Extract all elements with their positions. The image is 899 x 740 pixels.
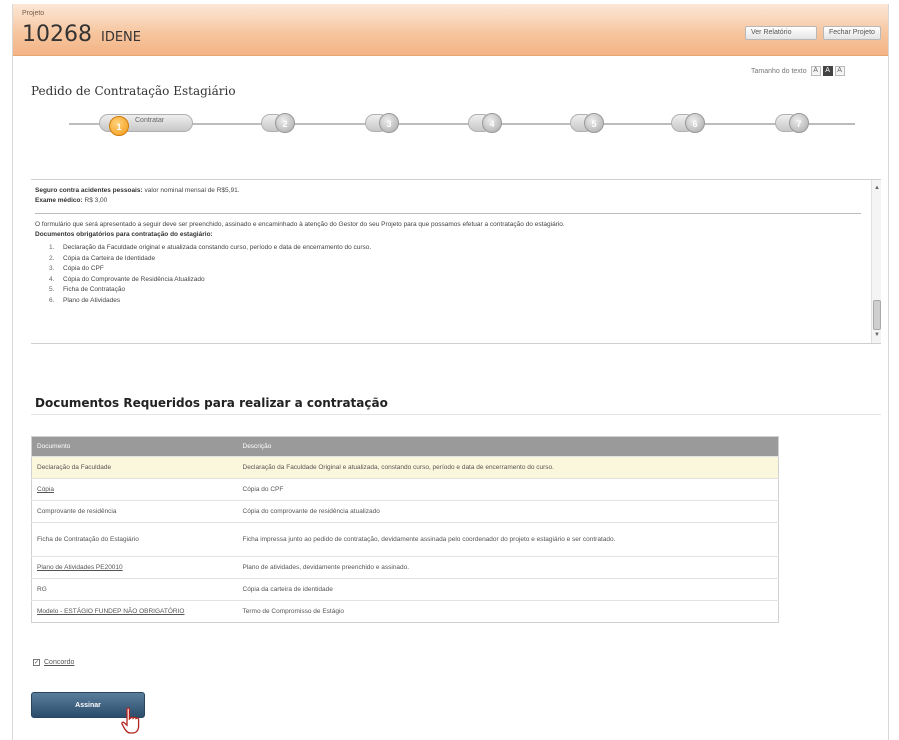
required-docs-title: Documentos Requeridos para realizar a co… — [35, 396, 388, 410]
divider — [31, 414, 881, 415]
list-item: 5. Ficha de Contratação — [49, 286, 126, 293]
exam-line: Exame médico: R$ 3,00 — [35, 196, 861, 206]
project-name: IDENE — [101, 30, 141, 45]
divider — [35, 213, 861, 214]
desc-cell: Plano de atividades, devidamente preench… — [237, 556, 779, 579]
scroll-thumb[interactable] — [873, 300, 881, 330]
text-size-small[interactable]: A — [810, 66, 821, 76]
step-5-number: 5 — [584, 113, 604, 133]
instructions-text: O formulário que será apresentado a segu… — [35, 221, 565, 228]
project-header: Projeto 10268 IDENE Ver Relatório Fechar… — [13, 4, 888, 56]
desc-cell: Cópia da carteira de identidade — [237, 578, 779, 601]
agree-label[interactable]: Concordo — [44, 659, 74, 666]
list-item: 6. Plano de Atividades — [49, 296, 121, 304]
info-scroll-panel[interactable]: Seguro contra acidentes pessoais: valor … — [31, 179, 881, 344]
insurance-label: Seguro contra acidentes pessoais: — [35, 187, 143, 194]
agree-checkbox-row[interactable]: ✓ Concordo — [33, 659, 74, 666]
text-size-control: Tamanho do texto AAA — [751, 66, 845, 76]
text-size-large[interactable]: A — [834, 66, 845, 76]
column-header-description: Descrição — [237, 436, 779, 457]
step-2-number: 2 — [275, 113, 295, 133]
table-row: Ficha de Contratação do Estagiário Ficha… — [31, 522, 779, 557]
docs-list: 1. Declaração da Faculdade original e atu… — [49, 243, 861, 306]
view-report-button[interactable]: Ver Relatório — [745, 26, 817, 40]
docs-title: Documentos obrigatórios para contratação… — [35, 231, 213, 238]
insurance-text: valor nominal mensal de R$5,91. — [144, 187, 240, 194]
table-row: Modelo - ESTÁGIO FUNDEP NÃO OBRIGATÓRIO … — [31, 600, 779, 623]
insurance-line: Seguro contra acidentes pessoais: valor … — [35, 186, 861, 196]
doc-cell: Comprovante de residência — [31, 500, 238, 523]
step-1-number: 1 — [109, 116, 129, 136]
desc-cell: Cópia do CPF — [237, 478, 779, 501]
project-label: Projeto — [22, 10, 45, 17]
doc-cell: Declaração da Faculdade — [31, 456, 238, 479]
desc-cell: Termo de Compromisso de Estágio — [237, 600, 779, 623]
desc-cell: Ficha impressa junto ao pedido de contra… — [237, 522, 779, 557]
main-frame: Projeto 10268 IDENE Ver Relatório Fechar… — [12, 4, 889, 740]
step-3-number: 3 — [379, 113, 399, 133]
exam-text: R$ 3,00 — [84, 197, 108, 204]
required-docs-table: Documento Descrição Declaração da Faculd… — [31, 436, 779, 623]
list-item: 2. Cópia da Carteira de Identidade — [49, 254, 156, 262]
table-row: Declaração da Faculdade Declaração da Fa… — [31, 456, 779, 479]
table-row: RG Cópia da carteira de identidade — [31, 578, 779, 601]
page-title: Pedido de Contratação Estagiário — [31, 84, 236, 98]
step-1-label: Contratar — [135, 117, 165, 124]
scroll-down-icon[interactable]: ▼ — [873, 331, 881, 339]
doc-link[interactable]: Cópia — [37, 486, 54, 493]
exam-label: Exame médico: — [35, 197, 83, 204]
list-item: 3. Cópia do CPF — [49, 265, 104, 272]
table-row: Comprovante de residência Cópia do compr… — [31, 500, 779, 523]
doc-cell: RG — [31, 578, 238, 601]
doc-cell: Modelo - ESTÁGIO FUNDEP NÃO OBRIGATÓRIO — [31, 600, 238, 623]
doc-link[interactable]: Modelo - ESTÁGIO FUNDEP NÃO OBRIGATÓRIO — [37, 608, 184, 615]
desc-cell: Cópia do comprovante de residência atual… — [237, 500, 779, 523]
close-project-button[interactable]: Fechar Projeto — [823, 26, 881, 40]
table-row: Plano de Atividades PE20010 Plano de ati… — [31, 556, 779, 579]
step-4-number: 4 — [482, 113, 502, 133]
agree-checkbox[interactable]: ✓ — [33, 659, 40, 666]
doc-cell: Plano de Atividades PE20010 — [31, 556, 238, 579]
hand-cursor-icon — [121, 707, 140, 734]
doc-cell: Ficha de Contratação do Estagiário — [31, 522, 238, 557]
step-6-number: 6 — [685, 113, 705, 133]
project-number: 10268 — [22, 22, 92, 47]
text-size-label: Tamanho do texto — [751, 67, 807, 75]
scroll-up-icon[interactable]: ▲ — [873, 184, 881, 192]
doc-cell: Cópia — [31, 478, 238, 501]
step-7-number: 7 — [789, 113, 809, 133]
list-item: 4. Cópia do Comprovante de Residência Atu… — [49, 275, 205, 283]
vertical-scrollbar[interactable]: ▲ ▼ — [871, 180, 881, 343]
table-row: Cópia Cópia do CPF — [31, 478, 779, 501]
doc-link[interactable]: Plano de Atividades PE20010 — [37, 564, 123, 571]
column-header-document: Documento — [31, 436, 238, 457]
list-item: 1. Declaração da Faculdade original e atu… — [49, 244, 372, 251]
info-content: Seguro contra acidentes pessoais: valor … — [35, 186, 861, 306]
text-size-medium[interactable]: A — [822, 66, 833, 76]
desc-cell: Declaração da Faculdade Original e atual… — [237, 456, 779, 479]
